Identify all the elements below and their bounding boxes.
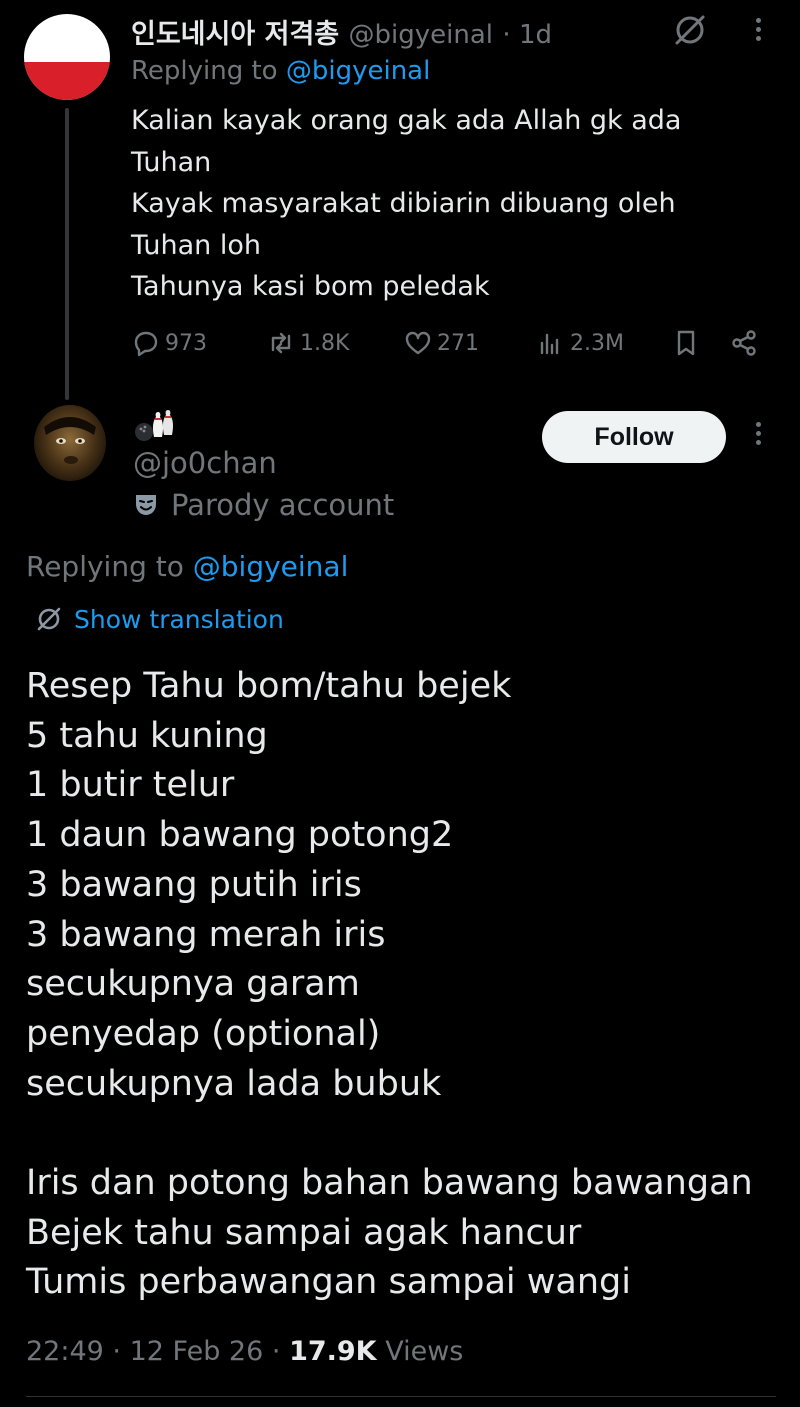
parody-label: Parody account — [171, 488, 395, 522]
replying-to: Replying to @bigyeinal — [26, 550, 348, 583]
timestamp[interactable]: · 1d — [502, 20, 552, 50]
heart-icon — [405, 331, 431, 355]
reply-button[interactable]: 973 — [131, 322, 207, 364]
views-count: 2.3M — [570, 330, 624, 356]
date[interactable]: 12 Feb 26 — [130, 1336, 264, 1367]
display-name[interactable]: 인도네시아 저격총 — [131, 19, 339, 50]
share-icon — [732, 330, 756, 356]
grok-icon[interactable] — [670, 10, 710, 50]
show-translation-link[interactable]: Show translation — [34, 604, 284, 634]
bookmark-button[interactable] — [671, 322, 705, 364]
follow-button[interactable]: Follow — [542, 411, 726, 463]
avatar[interactable] — [34, 405, 106, 481]
repost-count: 1.8K — [300, 330, 350, 356]
reply-icon — [134, 331, 158, 357]
replying-label: Replying to — [131, 56, 286, 86]
translate-icon — [37, 607, 61, 631]
replying-handle-link[interactable]: @bigyeinal — [193, 550, 349, 583]
replying-handle-link[interactable]: @bigyeinal — [286, 56, 430, 86]
tweet-text: Kalian kayak orang gak ada Allah gk ada … — [131, 105, 682, 302]
parody-badge: Parody account — [133, 488, 394, 522]
share-button[interactable] — [729, 322, 763, 364]
face-photo — [44, 417, 96, 464]
more-options-icon[interactable] — [746, 418, 770, 454]
action-bar: 973 1.8K 271 2.3M — [131, 322, 771, 364]
display-name-emoji: 🎳 — [0, 0, 1, 1]
analytics-icon — [540, 333, 559, 355]
like-button[interactable]: 271 — [403, 322, 479, 364]
timestamp[interactable]: 22:49 — [26, 1336, 104, 1367]
tweet-text: Resep Tahu bom/tahu bejek 5 tahu kuning … — [26, 666, 753, 1303]
tweet-header: 인도네시아 저격총 @bigyeinal · 1d — [131, 12, 552, 51]
divider — [26, 1396, 776, 1397]
show-translation-label: Show translation — [74, 604, 284, 634]
like-count: 271 — [437, 330, 479, 356]
bookmark-icon — [677, 330, 695, 356]
avatar[interactable] — [24, 14, 110, 100]
replying-to: Replying to @bigyeinal — [131, 56, 430, 86]
repost-button[interactable]: 1.8K — [266, 322, 349, 364]
views-button[interactable]: 2.3M — [536, 322, 624, 364]
separator: · — [112, 1336, 121, 1367]
tweet-meta: 22:49 · 12 Feb 26 · 17.9K Views — [26, 1336, 463, 1367]
theater-mask-icon — [136, 495, 156, 515]
bowling-emoji-icon — [135, 410, 174, 441]
user-handle[interactable]: @jo0chan — [133, 446, 277, 480]
thread-line — [65, 108, 69, 400]
repost-icon — [271, 332, 291, 354]
user-handle[interactable]: @bigyeinal — [349, 20, 493, 50]
views-count: 17.9K — [289, 1336, 377, 1367]
replying-label: Replying to — [26, 550, 193, 583]
more-options-icon[interactable] — [746, 14, 770, 50]
reply-count: 973 — [165, 330, 207, 356]
separator: · — [271, 1336, 281, 1367]
views-label: Views — [385, 1336, 464, 1367]
